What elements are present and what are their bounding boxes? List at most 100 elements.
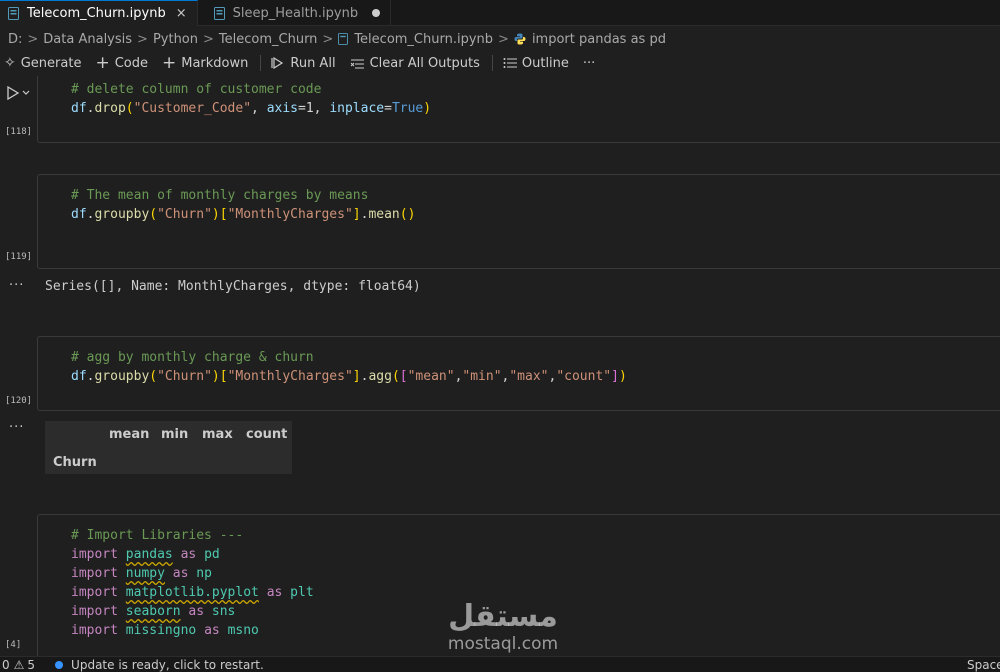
generate-label: Generate bbox=[20, 55, 82, 71]
cell-source[interactable]: # delete column of customer code df.drop… bbox=[71, 80, 431, 118]
code-token: numpy bbox=[125, 566, 165, 581]
outline-button[interactable]: Outline bbox=[503, 56, 569, 71]
code-token: ] bbox=[352, 369, 361, 384]
code-token: ) bbox=[407, 207, 416, 222]
code-token: as bbox=[180, 547, 197, 562]
clear-all-icon bbox=[350, 59, 364, 68]
code-token: as bbox=[172, 566, 189, 581]
code-token: inplace bbox=[329, 101, 385, 116]
watermark-arabic: مستقل bbox=[448, 599, 558, 634]
run-all-label: Run All bbox=[290, 55, 336, 71]
indentation-status[interactable]: Space bbox=[967, 658, 1000, 672]
output-more-icon[interactable]: ··· bbox=[9, 420, 24, 435]
code-token: ] bbox=[352, 207, 361, 222]
code-token: ( bbox=[391, 369, 400, 384]
code-token: plt bbox=[290, 585, 314, 600]
chevron-right-icon: > bbox=[137, 31, 148, 47]
breadcrumb-item[interactable]: import pandas as pd bbox=[532, 32, 666, 47]
code-token: "mean" bbox=[407, 369, 455, 384]
code-token: agg bbox=[368, 369, 392, 384]
code-cell[interactable]: # delete column of customer code df.drop… bbox=[37, 76, 1000, 143]
code-token: 1 bbox=[305, 101, 314, 116]
output-more-icon[interactable]: ··· bbox=[9, 278, 24, 293]
code-cell[interactable]: # agg by monthly charge & churn df.group… bbox=[37, 336, 1000, 411]
code-cell[interactable]: # The mean of monthly charges by means d… bbox=[37, 174, 1000, 269]
code-token: [ bbox=[219, 369, 228, 384]
code-token: as bbox=[204, 623, 220, 638]
cell-source[interactable]: # Import Libraries --- import pandas as … bbox=[71, 526, 314, 640]
code-token: import bbox=[71, 547, 118, 562]
tab-telecom-churn[interactable]: Telecom_Churn.ipynb × bbox=[0, 0, 198, 26]
code-token: import bbox=[71, 566, 118, 581]
more-actions-button[interactable]: ··· bbox=[583, 56, 595, 71]
cell-output-text: Series([], Name: MonthlyCharges, dtype: … bbox=[45, 279, 421, 294]
breadcrumb: D: > Data Analysis > Python > Telecom_Ch… bbox=[0, 27, 1000, 51]
code-token: "count" bbox=[556, 369, 612, 384]
breadcrumb-item[interactable]: Python bbox=[153, 32, 198, 47]
code-token: [ bbox=[399, 369, 408, 384]
code-token: as bbox=[266, 585, 283, 600]
code-token: ( bbox=[149, 369, 158, 384]
chevron-right-icon: > bbox=[322, 31, 334, 47]
run-cell-icon[interactable] bbox=[6, 86, 30, 100]
code-token: "Customer_Code" bbox=[133, 101, 252, 116]
breadcrumb-item[interactable]: D: bbox=[8, 32, 22, 47]
code-comment: # agg by monthly charge & churn bbox=[71, 350, 314, 365]
code-token: ] bbox=[611, 369, 619, 384]
code-token: df bbox=[71, 207, 87, 222]
watermark-latin: mostaql.com bbox=[447, 634, 559, 654]
editor-tab-bar: Telecom_Churn.ipynb × Sleep_Health.ipynb bbox=[0, 0, 1000, 26]
notebook-toolbar: ✧ Generate + Code + Markdown Run All Cle… bbox=[0, 51, 1000, 75]
toolbar-divider bbox=[260, 55, 262, 71]
code-token: np bbox=[196, 566, 212, 581]
execution-count: [4] bbox=[5, 640, 22, 650]
plus-icon: + bbox=[161, 53, 177, 73]
cell-source[interactable]: # agg by monthly charge & churn df.group… bbox=[71, 348, 627, 386]
code-token: ( bbox=[149, 207, 158, 222]
warning-icon: ⚠ bbox=[13, 657, 25, 672]
add-code-button[interactable]: + Code bbox=[95, 53, 148, 73]
run-all-button[interactable]: Run All bbox=[271, 55, 336, 71]
code-token: import bbox=[71, 604, 118, 619]
code-token: as bbox=[188, 604, 205, 619]
notebook-icon bbox=[338, 33, 349, 45]
code-token: "Churn" bbox=[157, 207, 212, 222]
code-token: df bbox=[71, 369, 87, 384]
code-token: ) bbox=[211, 369, 220, 384]
breadcrumb-item[interactable]: Telecom_Churn bbox=[219, 32, 318, 47]
error-count[interactable]: 0 bbox=[2, 658, 10, 672]
code-token: sns bbox=[211, 604, 236, 619]
code-token: [ bbox=[219, 207, 228, 222]
close-icon[interactable]: × bbox=[176, 6, 187, 21]
breadcrumb-item[interactable]: Data Analysis bbox=[43, 32, 132, 47]
notebook-icon bbox=[8, 7, 19, 20]
code-token: axis bbox=[266, 101, 298, 116]
code-token: msno bbox=[227, 623, 259, 638]
tab-label: Telecom_Churn.ipynb bbox=[27, 6, 166, 21]
code-token: drop bbox=[94, 101, 126, 116]
outline-label: Outline bbox=[521, 55, 569, 71]
code-token: pd bbox=[204, 547, 220, 562]
clear-outputs-button[interactable]: Clear All Outputs bbox=[350, 56, 480, 71]
tab-sleep-health[interactable]: Sleep_Health.ipynb bbox=[198, 0, 392, 26]
tab-label: Sleep_Health.ipynb bbox=[232, 5, 359, 21]
warning-count[interactable]: 5 bbox=[27, 658, 35, 672]
code-token: = bbox=[298, 101, 306, 116]
more-icon: ··· bbox=[582, 55, 596, 71]
cell-source[interactable]: # The mean of monthly charges by means d… bbox=[71, 186, 415, 224]
add-markdown-button[interactable]: + Markdown bbox=[162, 53, 248, 73]
column-header: max bbox=[202, 427, 233, 442]
code-token: = bbox=[384, 101, 392, 116]
code-token: groupby bbox=[94, 207, 150, 222]
code-token: matplotlib.pyplot bbox=[125, 585, 259, 600]
breadcrumb-item[interactable]: Telecom_Churn.ipynb bbox=[354, 32, 493, 47]
code-token: ) bbox=[618, 369, 627, 384]
code-label: Code bbox=[114, 55, 148, 71]
python-icon bbox=[514, 33, 526, 45]
list-icon bbox=[503, 58, 517, 68]
notebook-editor[interactable]: # delete column of customer code df.drop… bbox=[0, 76, 1000, 656]
chevron-right-icon: > bbox=[203, 31, 214, 47]
unsaved-dot-icon[interactable] bbox=[372, 9, 381, 17]
update-message[interactable]: Update is ready, click to restart. bbox=[71, 658, 264, 672]
generate-button[interactable]: ✧ Generate bbox=[4, 55, 81, 71]
